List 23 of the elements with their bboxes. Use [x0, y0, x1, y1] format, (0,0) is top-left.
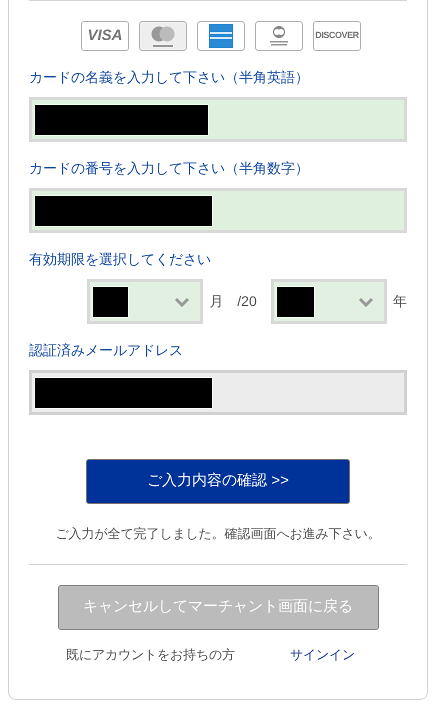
account-prompt: 既にアカウントをお持ちの方: [66, 646, 235, 664]
month-select[interactable]: [87, 279, 204, 324]
diners-logo: [255, 21, 303, 51]
mastercard-logo: [139, 21, 187, 51]
readonly-field[interactable]: [29, 370, 407, 415]
confirm-button[interactable]: ご入力内容の確認 >>: [86, 459, 350, 504]
input-field[interactable]: [29, 97, 407, 142]
discover-logo: DISCOVER: [313, 21, 361, 51]
month-unit: 月: [209, 292, 224, 311]
year-prefix: /20: [237, 292, 257, 311]
year-select[interactable]: [270, 279, 387, 324]
year-unit: 年: [393, 292, 407, 311]
visa-logo: VISA: [81, 21, 129, 51]
field-label: 認証済みメールアドレス: [29, 341, 184, 360]
amex-logo: [197, 21, 245, 51]
completion-message: ご入力が全て完了しました。確認画面へお進み下さい。: [54, 525, 382, 543]
input-field[interactable]: [29, 188, 407, 233]
field-label: 有効期限を選択してください: [29, 250, 212, 269]
chevron-down-icon: [174, 296, 190, 306]
chevron-down-icon: [358, 296, 374, 306]
field-label: カードの番号を入力して下さい（半角数字）: [29, 159, 310, 178]
field-label: カードの名義を入力して下さい（半角英語）: [29, 68, 310, 87]
signin-link[interactable]: サインイン: [290, 644, 355, 664]
